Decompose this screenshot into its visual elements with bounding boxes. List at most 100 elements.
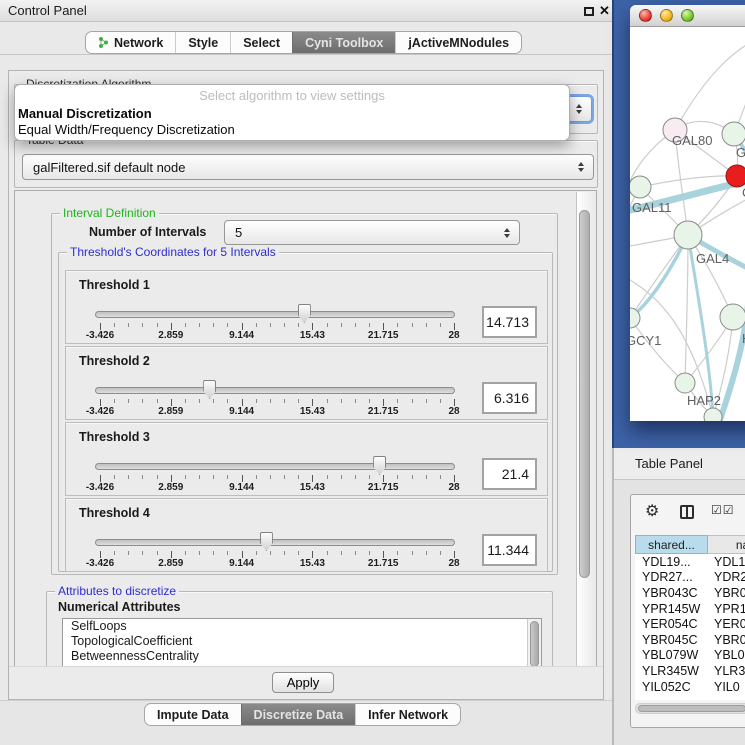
cell-name: YBR0	[709, 633, 745, 647]
table-row[interactable]: YDL19...YDL1	[635, 554, 745, 570]
threshold-value-box[interactable]: 11.344	[482, 534, 537, 566]
minor-tick	[256, 475, 257, 479]
table-row[interactable]: YPR145WYPR1	[635, 601, 745, 617]
slider-thumb[interactable]	[203, 380, 216, 399]
numerical-attributes-label: Numerical Attributes	[58, 600, 180, 614]
major-tick	[242, 323, 243, 330]
group-title: Interval Definition	[60, 206, 159, 220]
tick-label: 15.43	[300, 330, 325, 341]
list-scrollbar[interactable]	[527, 619, 541, 668]
tab-impute-data[interactable]: Impute Data	[145, 704, 241, 725]
scrollbar-thumb[interactable]	[638, 705, 745, 712]
minor-tick	[426, 475, 427, 479]
tab-select[interactable]: Select	[230, 32, 292, 53]
tab-network[interactable]: Network	[86, 32, 175, 53]
minor-tick	[157, 551, 158, 555]
tick-label: 15.43	[300, 482, 325, 493]
tick-label: -3.426	[86, 558, 114, 569]
table-data-combobox[interactable]: galFiltered.sif default node	[22, 154, 594, 180]
application-window: Control Panel ✕ NetworkStyleSelectCyni T…	[0, 0, 745, 745]
minor-tick	[355, 399, 356, 403]
major-tick	[171, 551, 172, 558]
slider-thumb[interactable]	[373, 456, 386, 475]
threshold-value-box[interactable]: 21.4	[482, 458, 537, 490]
gear-icon[interactable]: ⚙	[645, 501, 659, 521]
network-node[interactable]	[630, 176, 651, 198]
tick-label: 21.715	[368, 482, 399, 493]
threshold-value-box[interactable]: 6.316	[482, 382, 537, 414]
mac-zoom-button[interactable]	[681, 9, 694, 22]
minor-tick	[284, 475, 285, 479]
interval-definition-group: Interval Definition Number of Intervals …	[51, 213, 558, 575]
table-row[interactable]: YBR045CYBR0	[635, 632, 745, 648]
tab-discretize-data[interactable]: Discretize Data	[241, 704, 356, 725]
tab-label: Style	[188, 36, 218, 50]
table-row[interactable]: YLR345WYLR3	[635, 663, 745, 679]
vertical-scrollbar[interactable]	[576, 192, 593, 666]
close-icon[interactable]: ✕	[599, 3, 610, 19]
minor-tick	[157, 323, 158, 327]
tab-style[interactable]: Style	[175, 32, 230, 53]
apply-button[interactable]: Apply	[272, 672, 334, 693]
minor-tick	[256, 323, 257, 327]
slider-thumb[interactable]	[298, 304, 311, 323]
algorithm-option-manual-discretization[interactable]: Manual Discretization	[15, 106, 569, 122]
tick-label: 2.859	[158, 558, 183, 569]
network-window-titlebar[interactable]	[630, 5, 745, 27]
tick-label: 28	[448, 330, 459, 341]
table-row[interactable]: YER054CYER0	[635, 616, 745, 632]
algorithm-option-equal-width-frequency-discretization[interactable]: Equal Width/Frequency Discretization	[15, 122, 569, 138]
slider-track[interactable]	[95, 463, 455, 470]
split-columns-icon[interactable]	[680, 505, 694, 519]
tick-label: 15.43	[300, 406, 325, 417]
slider-thumb[interactable]	[260, 532, 273, 551]
attribute-item[interactable]: TopologicalCoefficient	[63, 634, 541, 649]
network-node-label: GA	[736, 145, 745, 160]
network-node[interactable]	[726, 165, 745, 187]
network-edge	[630, 235, 688, 318]
slider-track[interactable]	[95, 539, 455, 546]
threshold-value-box[interactable]: 14.713	[482, 306, 537, 338]
tab-infer-network[interactable]: Infer Network	[355, 704, 460, 725]
mac-minimize-button[interactable]	[660, 9, 673, 22]
threshold-label: Threshold 3	[79, 430, 150, 444]
network-node[interactable]	[722, 122, 745, 146]
network-node-label: GAL11	[632, 200, 672, 215]
table-row[interactable]: YBL079WYBL0	[635, 648, 745, 664]
network-node[interactable]	[674, 221, 702, 249]
horizontal-scrollbar[interactable]	[635, 703, 745, 714]
network-node[interactable]	[704, 408, 722, 421]
float-window-icon[interactable]	[584, 7, 594, 16]
checkboxes-icon[interactable]: ☑☑	[711, 503, 735, 517]
cell-shared-name: YDL19...	[635, 555, 709, 569]
scrollbar-thumb[interactable]	[530, 621, 539, 667]
number-of-intervals-combobox[interactable]: 5	[224, 220, 520, 245]
minor-tick	[199, 551, 200, 555]
column-header-shared-name[interactable]: shared...	[635, 535, 708, 554]
network-canvas[interactable]: GAL80GACGAL11GAL4GCY1HHAP2	[630, 27, 745, 421]
attribute-item[interactable]: BetweennessCentrality	[63, 649, 541, 664]
minor-tick	[440, 551, 441, 555]
minor-tick	[227, 323, 228, 327]
mac-close-button[interactable]	[639, 9, 652, 22]
network-node[interactable]	[720, 304, 745, 330]
minor-tick	[341, 551, 342, 555]
slider-track[interactable]	[95, 311, 455, 318]
tab-cyni-toolbox[interactable]: Cyni Toolbox	[292, 32, 395, 53]
tab-label: Discretize Data	[254, 708, 344, 722]
cell-name: YIL0	[709, 680, 740, 694]
column-header-name[interactable]: na	[708, 535, 745, 554]
network-node[interactable]	[675, 373, 695, 393]
table-row[interactable]: YIL052CYIL0	[635, 679, 745, 695]
minor-tick	[157, 399, 158, 403]
table-row[interactable]: YBR043CYBR0	[635, 585, 745, 601]
tab-jactivemnodules[interactable]: jActiveMNodules	[395, 32, 521, 53]
table-row[interactable]: YDR27...YDR2	[635, 570, 745, 586]
scrollbar-thumb[interactable]	[579, 210, 590, 578]
attribute-item[interactable]: SelfLoops	[63, 619, 541, 634]
numerical-attributes-list[interactable]: SelfLoopsTopologicalCoefficientBetweenne…	[62, 618, 542, 668]
minor-tick	[185, 399, 186, 403]
table-panel-title: Table Panel	[635, 448, 703, 480]
slider-track[interactable]	[95, 387, 455, 394]
major-tick	[383, 475, 384, 482]
